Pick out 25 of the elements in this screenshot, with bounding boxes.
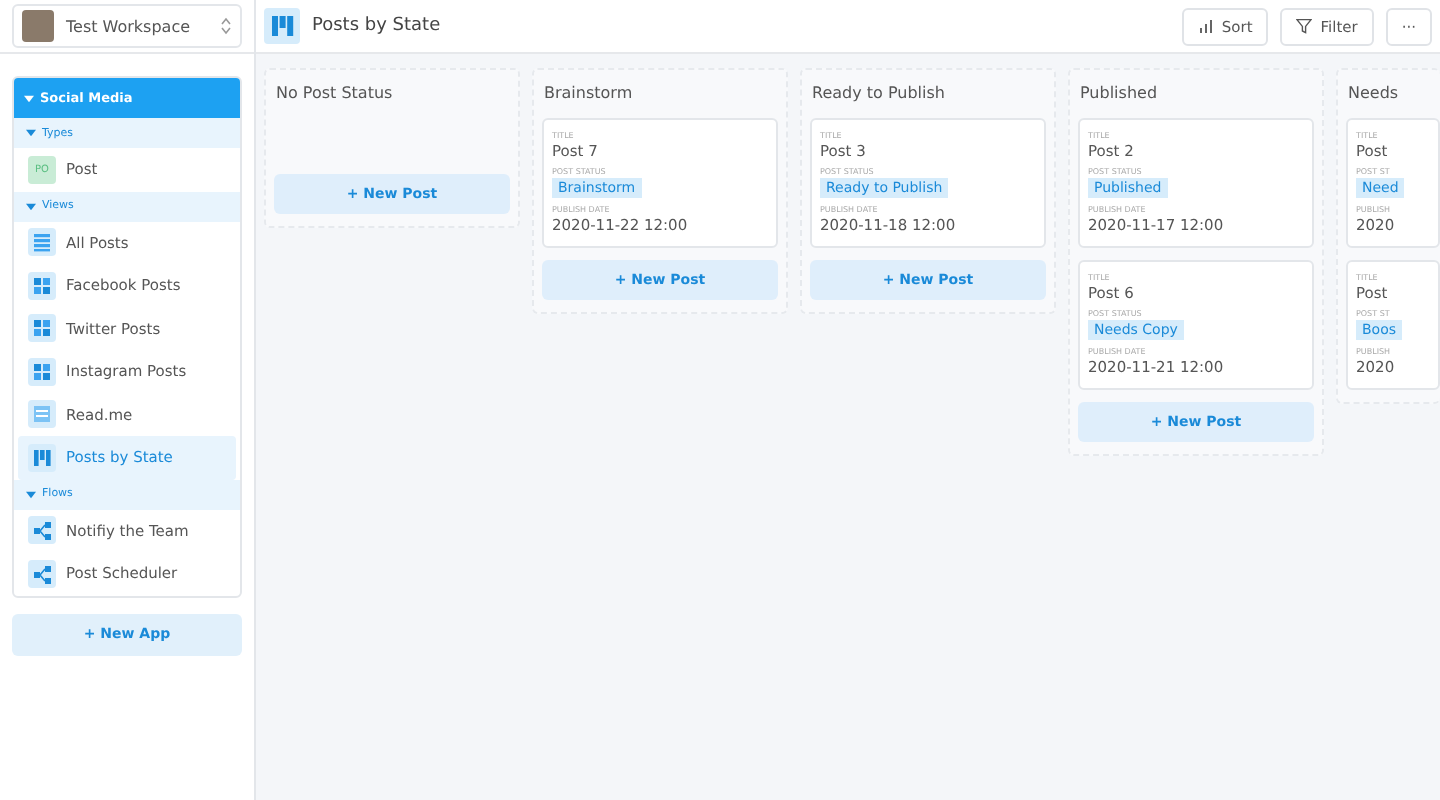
filter-icon [1296,18,1313,34]
caret-icon [26,128,36,138]
caret-icon [24,93,34,103]
workspace-switcher[interactable]: Test Workspace [12,4,242,48]
view-title: Posts by State [312,16,443,36]
grid-icon [28,314,56,343]
flow-icon [28,559,56,588]
column-title: Published [1078,82,1160,106]
caret-icon [26,201,36,211]
column-title: Brainstorm [542,82,635,106]
bar-chart-icon [1197,18,1214,34]
grid-icon [28,271,56,300]
column-title: Needs [1346,82,1401,106]
flow-icon [28,516,56,545]
grid-icon [28,357,56,386]
board-icon [28,443,56,472]
caret-icon [26,489,36,499]
board-icon [264,8,300,44]
column-title: Ready to Publish [810,82,947,106]
workspace-avatar [22,10,54,42]
column-title: No Post Status [274,82,395,106]
document-icon [28,400,56,429]
workspace-name: Test Workspace [66,17,193,35]
table-icon [28,228,56,257]
chevron-updown-icon [220,16,232,36]
